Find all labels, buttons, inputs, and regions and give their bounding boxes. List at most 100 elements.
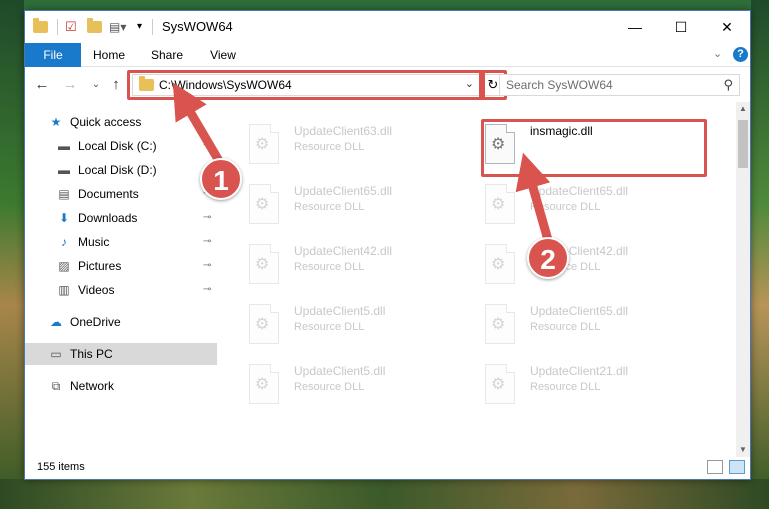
- music-icon: ♪: [61, 235, 67, 249]
- file-name: UpdateClient5.dll: [294, 304, 386, 318]
- desktop-background-left: [0, 0, 24, 509]
- file-item[interactable]: ⚙ UpdateClient5.dll Resource DLL: [247, 300, 477, 354]
- status-bar: 155 items: [25, 457, 750, 479]
- search-icon[interactable]: ⚲: [723, 77, 733, 93]
- vertical-scrollbar[interactable]: ▲ ▼: [736, 102, 750, 457]
- scroll-down-icon[interactable]: ▼: [736, 443, 750, 457]
- sidebar-item-local-disk-c[interactable]: ▬ Local Disk (C:) ⊸: [25, 135, 217, 157]
- sidebar-item-local-disk-d[interactable]: ▬ Local Disk (D:): [25, 159, 217, 181]
- sidebar-item-downloads[interactable]: ⬇ Downloads ⊸: [25, 207, 217, 229]
- properties-icon[interactable]: ☑: [65, 19, 81, 35]
- file-type: Resource DLL: [530, 381, 601, 393]
- sidebar-item-quick-access[interactable]: ★ Quick access: [25, 111, 217, 133]
- sidebar-item-label: Videos: [78, 283, 115, 297]
- up-button[interactable]: ↑: [107, 76, 125, 94]
- drive-icon: ▬: [58, 163, 70, 177]
- download-icon: ⬇: [58, 211, 70, 225]
- desktop-background-bottom: [0, 479, 769, 509]
- dll-file-icon: ⚙: [483, 304, 519, 350]
- file-type: Resource DLL: [294, 201, 365, 213]
- pin-icon: ⊸: [203, 140, 212, 151]
- item-count: 155 items: [37, 461, 85, 473]
- star-icon: ★: [50, 115, 62, 129]
- address-highlight-box: [127, 70, 485, 100]
- file-type: Resource DLL: [530, 201, 601, 213]
- sidebar-item-label: Network: [70, 379, 115, 393]
- dll-file-icon: ⚙: [247, 244, 283, 290]
- sidebar-item-label: Local Disk (C:): [78, 139, 157, 153]
- file-item[interactable]: ⚙ UpdateClient65.dll Resource DLL: [483, 180, 713, 234]
- dll-file-icon: ⚙: [483, 244, 519, 290]
- videos-icon: ▥: [58, 283, 70, 297]
- folder-icon: [33, 18, 49, 35]
- sidebar-item-music[interactable]: ♪ Music ⊸: [25, 231, 217, 253]
- sidebar-item-network[interactable]: ⧉ Network: [25, 375, 217, 397]
- tab-file[interactable]: File: [25, 43, 81, 67]
- file-type: Resource DLL: [294, 381, 365, 393]
- sidebar-item-label: OneDrive: [70, 315, 121, 329]
- forward-button[interactable]: →: [61, 76, 79, 94]
- customize-toolbar-icon[interactable]: ▤▾: [109, 19, 126, 35]
- scroll-thumb[interactable]: [738, 120, 748, 168]
- dll-file-icon: ⚙: [483, 364, 519, 410]
- pictures-icon: ▨: [58, 259, 70, 273]
- file-item[interactable]: ⚙ UpdateClient65.dll Resource DLL: [483, 300, 713, 354]
- file-item[interactable]: ⚙ UpdateClient5.dll Resource DLL: [247, 360, 477, 414]
- title-bar: ☑ ▤▾ ▾ SysWOW64 — ☐ ✕: [25, 11, 750, 43]
- quick-access-dropdown-icon[interactable]: ▾: [137, 19, 153, 35]
- file-name: UpdateClient5.dll: [294, 364, 386, 378]
- ribbon: File Home Share View ⌄ ?: [25, 43, 750, 67]
- navigation-pane: ★ Quick access ▬ Local Disk (C:) ⊸ ▬ Local Dis…: [25, 102, 217, 457]
- search-input[interactable]: [506, 75, 706, 95]
- sidebar-item-label: Quick access: [70, 115, 142, 129]
- sidebar-item-label: Music: [78, 235, 110, 249]
- sidebar-item-documents[interactable]: ▤Documents⊸: [25, 183, 217, 205]
- dll-file-icon: ⚙: [247, 304, 283, 350]
- sidebar-item-this-pc[interactable]: ▭ This PC: [25, 343, 217, 365]
- pin-icon: ⊸: [203, 284, 212, 295]
- close-button[interactable]: ✕: [704, 11, 750, 43]
- maximize-button[interactable]: ☐: [658, 11, 704, 43]
- drive-icon: ▬: [58, 139, 70, 153]
- minimize-button[interactable]: —: [612, 11, 658, 43]
- step-2-callout: 2: [527, 237, 569, 279]
- address-row: ← → ⌄ ↑ C:\Windows\SysWOW64 ⌄ ↻ ⚲: [25, 68, 750, 102]
- documents-icon: ▤: [58, 187, 70, 201]
- help-icon[interactable]: ?: [733, 47, 748, 62]
- back-button[interactable]: ←: [33, 76, 51, 94]
- scroll-up-icon[interactable]: ▲: [736, 102, 750, 116]
- file-type: Resource DLL: [530, 321, 601, 333]
- new-folder-icon[interactable]: [87, 18, 103, 35]
- recent-locations-button[interactable]: ⌄: [87, 76, 105, 94]
- pin-icon: ⊸: [203, 260, 212, 271]
- sidebar-item-label: Pictures: [78, 259, 122, 273]
- tab-view[interactable]: View: [201, 43, 245, 67]
- file-item[interactable]: ⚙ UpdateClient21.dll Resource DLL: [483, 360, 713, 414]
- sidebar-item-label: Downloads: [78, 211, 138, 225]
- details-view-icon[interactable]: [707, 460, 723, 474]
- dll-file-icon: ⚙: [247, 364, 283, 410]
- file-name: UpdateClient63.dll: [294, 124, 393, 138]
- expand-ribbon-icon[interactable]: ⌄: [713, 47, 722, 60]
- sidebar-item-label: Documents: [78, 187, 139, 201]
- sidebar-item-pictures[interactable]: ▨ Pictures ⊸: [25, 255, 217, 277]
- file-name: UpdateClient42.dll: [294, 244, 393, 258]
- file-name: insmagic.dll: [530, 124, 593, 138]
- large-icons-view-icon[interactable]: [729, 460, 745, 474]
- pin-icon: ⊸: [203, 236, 212, 247]
- file-name: UpdateClient65.dll: [530, 304, 629, 318]
- sidebar-item-videos[interactable]: ▥ Videos ⊸: [25, 279, 217, 301]
- file-item[interactable]: ⚙UpdateClient42.dllResource DLL: [483, 240, 713, 294]
- search-box[interactable]: ⚲: [499, 74, 740, 96]
- file-item[interactable]: ⚙UpdateClient42.dllResource DLL: [247, 240, 477, 294]
- file-item[interactable]: ⚙ UpdateClient65.dll Resource DLL: [247, 180, 477, 234]
- sidebar-item-onedrive[interactable]: ☁ OneDrive: [25, 311, 217, 333]
- dll-file-icon: ⚙: [247, 184, 283, 230]
- tab-home[interactable]: Home: [85, 43, 133, 67]
- tab-share[interactable]: Share: [143, 43, 191, 67]
- file-item[interactable]: ⚙ UpdateClient63.dll Resource DLL: [247, 120, 477, 174]
- file-type: Resource DLL: [294, 321, 365, 333]
- file-item-insmagic[interactable]: ⚙ insmagic.dll: [483, 120, 713, 174]
- file-name: UpdateClient65.dll: [530, 184, 629, 198]
- pin-icon: ⊸: [203, 212, 212, 223]
